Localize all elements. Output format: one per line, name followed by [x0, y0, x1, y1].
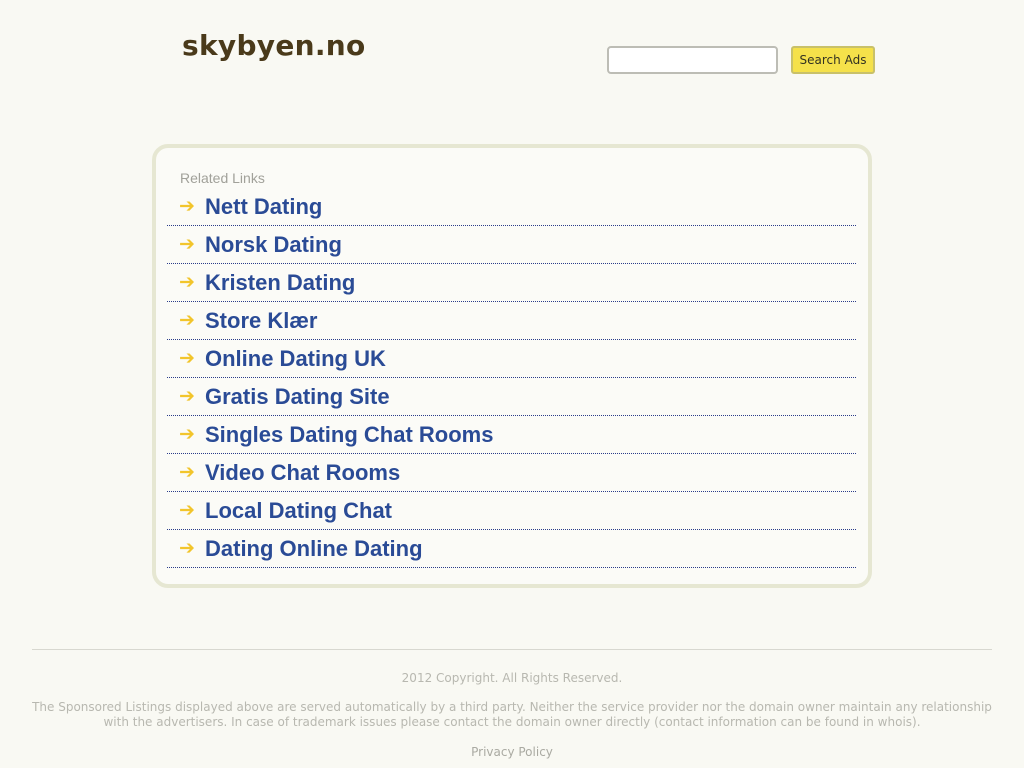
- arrow-right-icon: ➔: [179, 423, 195, 445]
- list-item: ➔ Dating Online Dating: [167, 530, 856, 568]
- arrow-right-icon: ➔: [179, 271, 195, 293]
- search-form: Search Ads: [607, 46, 875, 74]
- related-link[interactable]: Singles Dating Chat Rooms: [205, 422, 493, 448]
- list-item: ➔ Online Dating UK: [167, 340, 856, 378]
- related-link[interactable]: Gratis Dating Site: [205, 384, 390, 410]
- list-item: ➔ Local Dating Chat: [167, 492, 856, 530]
- related-link[interactable]: Dating Online Dating: [205, 536, 423, 562]
- arrow-right-icon: ➔: [179, 195, 195, 217]
- related-link[interactable]: Store Klær: [205, 308, 317, 334]
- list-item: ➔ Video Chat Rooms: [167, 454, 856, 492]
- related-link[interactable]: Kristen Dating: [205, 270, 355, 296]
- arrow-right-icon: ➔: [179, 499, 195, 521]
- related-link[interactable]: Local Dating Chat: [205, 498, 392, 524]
- related-link[interactable]: Norsk Dating: [205, 232, 342, 258]
- list-item: ➔ Nett Dating: [167, 188, 856, 226]
- arrow-right-icon: ➔: [179, 461, 195, 483]
- related-link[interactable]: Video Chat Rooms: [205, 460, 400, 486]
- list-item: ➔ Kristen Dating: [167, 264, 856, 302]
- arrow-right-icon: ➔: [179, 537, 195, 559]
- arrow-right-icon: ➔: [179, 385, 195, 407]
- related-links-label: Related Links: [180, 170, 265, 186]
- related-link[interactable]: Online Dating UK: [205, 346, 386, 372]
- arrow-right-icon: ➔: [179, 347, 195, 369]
- related-link[interactable]: Nett Dating: [205, 194, 322, 220]
- privacy-policy-link[interactable]: Privacy Policy: [32, 745, 992, 760]
- arrow-right-icon: ➔: [179, 233, 195, 255]
- list-item: ➔ Store Klær: [167, 302, 856, 340]
- page: skybyen.no Search Ads Related Links ➔ Net…: [0, 0, 1024, 768]
- search-input[interactable]: [607, 46, 778, 74]
- related-links-list: ➔ Nett Dating ➔ Norsk Dating ➔ Kristen Dating…: [167, 188, 856, 568]
- related-links-box: Related Links ➔ Nett Dating ➔ Norsk Dating ➔…: [152, 144, 872, 588]
- list-item: ➔ Singles Dating Chat Rooms: [167, 416, 856, 454]
- list-item: ➔ Norsk Dating: [167, 226, 856, 264]
- footer-divider: [32, 649, 992, 650]
- disclaimer-text: The Sponsored Listings displayed above a…: [32, 700, 992, 729]
- search-ads-button[interactable]: Search Ads: [791, 46, 875, 74]
- copyright-text: 2012 Copyright. All Rights Reserved.: [401, 671, 623, 685]
- site-title: skybyen.no: [182, 29, 366, 62]
- list-item: ➔ Gratis Dating Site: [167, 378, 856, 416]
- arrow-right-icon: ➔: [179, 309, 195, 331]
